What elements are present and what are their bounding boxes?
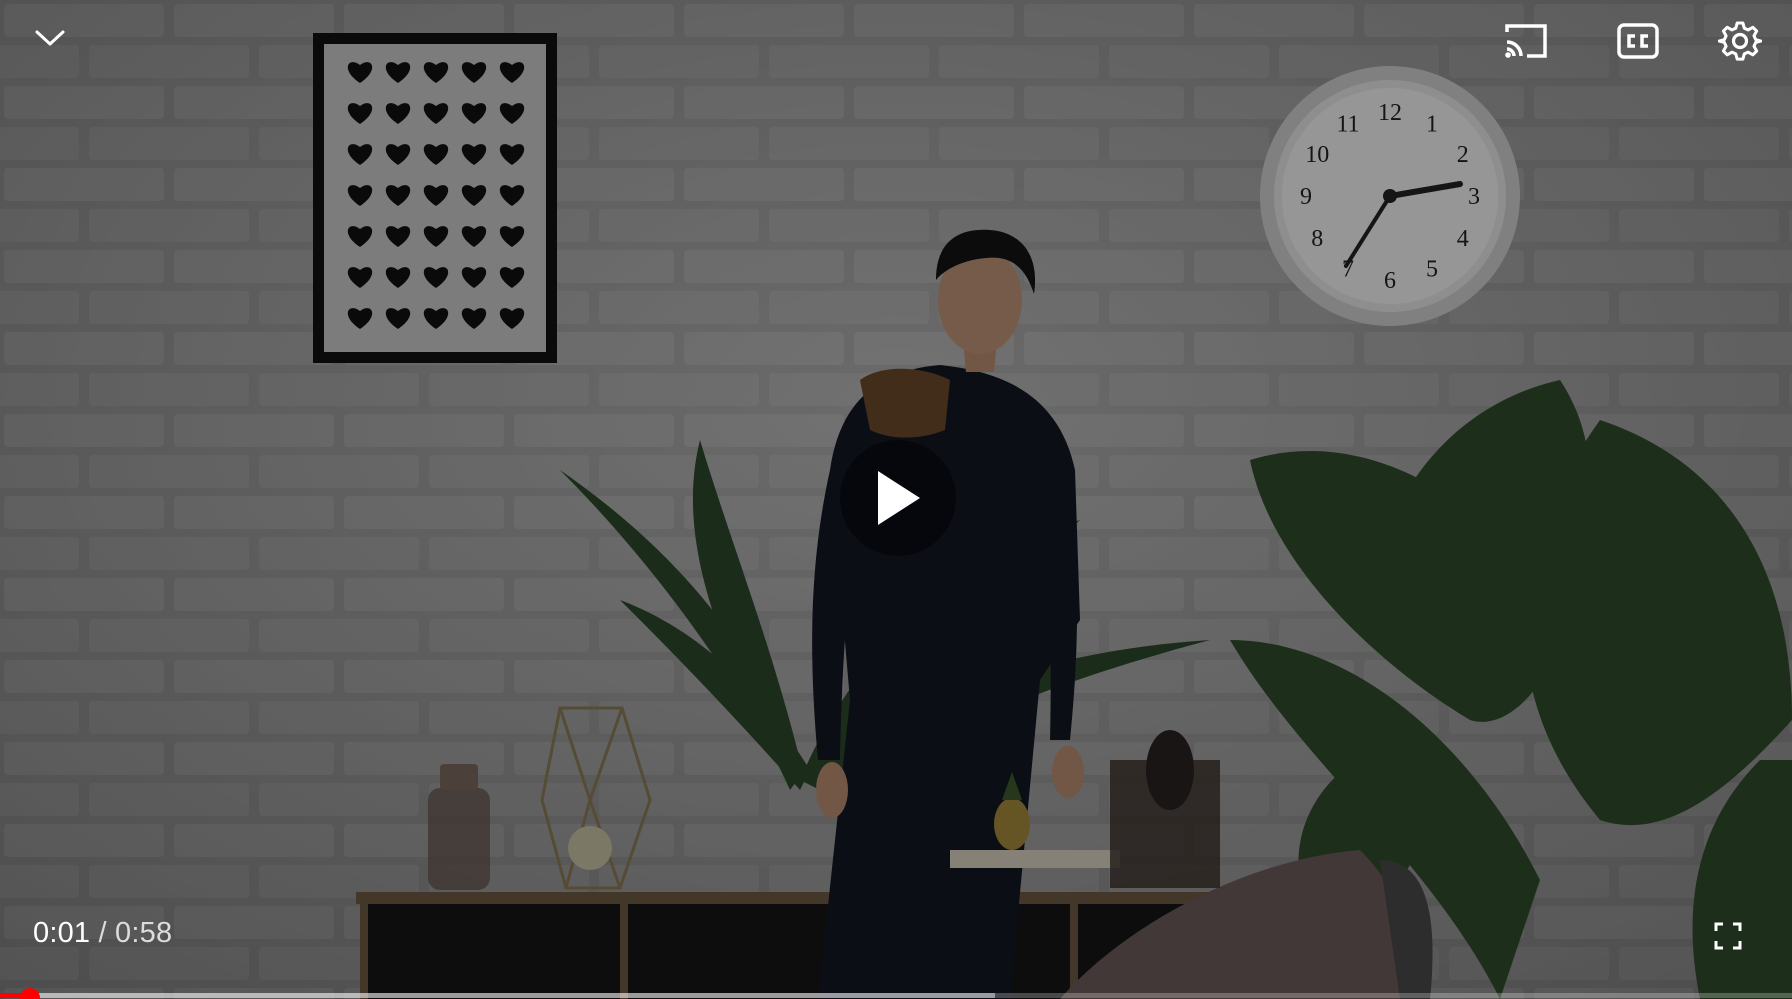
captions-button[interactable] xyxy=(1608,14,1668,68)
progress-bar[interactable] xyxy=(0,988,1792,999)
duration: 0:58 xyxy=(115,917,173,949)
cast-button[interactable] xyxy=(1496,14,1556,68)
play-icon xyxy=(878,471,920,525)
gear-icon xyxy=(1718,21,1762,61)
time-separator: / xyxy=(98,917,107,949)
buffered-bar xyxy=(0,993,995,998)
video-player[interactable]: 12 1 2 3 4 5 6 7 8 9 10 11 0:01 / 0:58 xyxy=(0,0,1792,999)
fullscreen-button[interactable] xyxy=(1706,914,1750,958)
scrubber-handle[interactable] xyxy=(20,988,41,999)
play-button[interactable] xyxy=(840,440,956,556)
current-time: 0:01 xyxy=(33,917,91,949)
closed-captions-icon xyxy=(1617,23,1659,59)
fullscreen-icon xyxy=(1714,922,1742,950)
time-display: 0:01 / 0:58 xyxy=(33,917,172,950)
chevron-down-icon xyxy=(35,30,65,46)
cast-icon xyxy=(1505,24,1547,58)
minimize-button[interactable] xyxy=(24,16,76,60)
settings-button[interactable] xyxy=(1710,12,1770,70)
